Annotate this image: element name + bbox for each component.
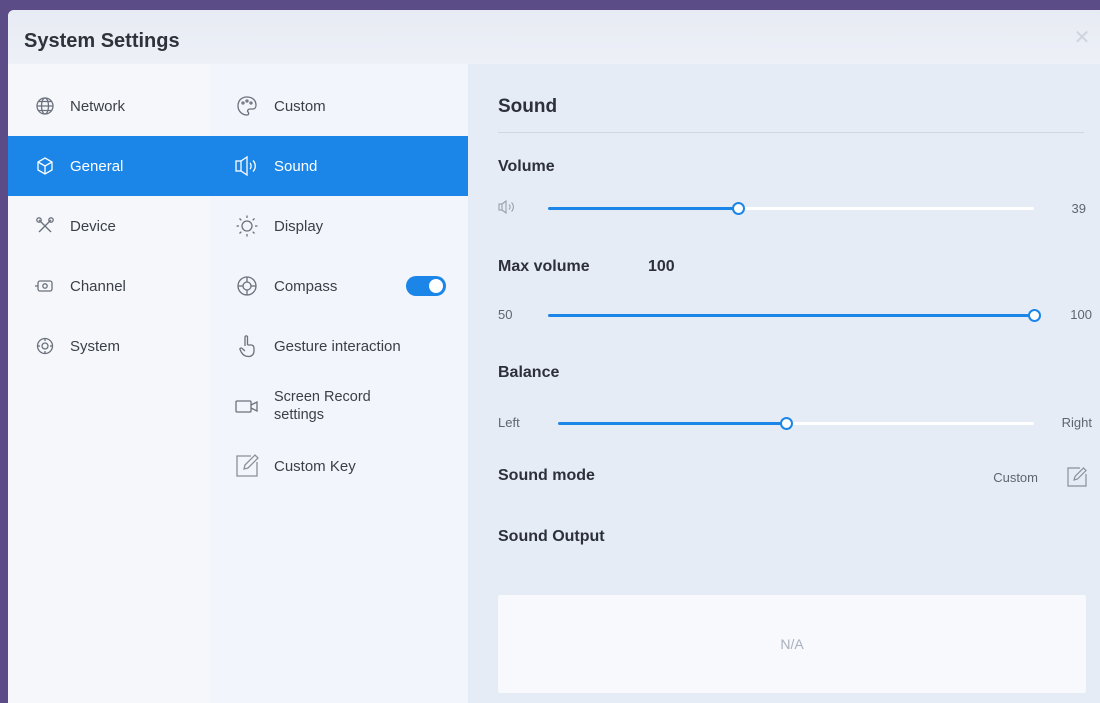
close-icon[interactable]: ✕ <box>1070 26 1094 50</box>
balance-label: Balance <box>498 364 560 381</box>
submenu-item-label: Gesture interaction <box>274 337 401 355</box>
sound-output-label: Sound Output <box>498 528 605 545</box>
sound-output-box: N/A <box>498 595 1086 693</box>
window-title: System Settings <box>24 30 180 52</box>
hand-icon <box>234 333 260 359</box>
sound-panel: Sound Volume 39 Max volume 100 50 100 Ba… <box>468 64 1100 703</box>
balance-right-label: Right <box>1061 415 1092 430</box>
balance-slider-fill <box>558 422 787 425</box>
submenu-item-label: Custom <box>274 97 326 115</box>
sidebar-item-label: Channel <box>70 277 126 295</box>
max-volume-slider-thumb[interactable] <box>1028 309 1041 322</box>
sidebar-item-general[interactable]: General <box>8 136 210 196</box>
max-volume-min: 50 <box>498 307 513 322</box>
sidebar-item-device[interactable]: Device <box>8 196 210 256</box>
max-volume-value: 100 <box>648 258 675 275</box>
volume-slider[interactable] <box>548 202 1034 215</box>
record-icon <box>234 393 260 419</box>
cube-icon <box>34 155 56 177</box>
submenu-item-label: Display <box>274 217 324 235</box>
divider <box>498 132 1084 133</box>
tools-icon <box>34 215 56 237</box>
submenu-item-label: Sound <box>274 157 318 175</box>
submenu-item-label: Custom Key <box>274 457 356 475</box>
max-volume-label: Max volume <box>498 258 590 275</box>
speaker-icon <box>234 153 260 179</box>
submenu-item-display[interactable]: Display <box>210 196 468 256</box>
sound-output-value: N/A <box>780 636 804 652</box>
submenu-item-custom-key[interactable]: Custom Key <box>210 436 468 496</box>
volume-slider-thumb[interactable] <box>731 202 745 215</box>
balance-slider-thumb[interactable] <box>780 417 794 430</box>
submenu-item-label-line1: Screen Record <box>274 389 371 405</box>
submenu-item-label-line2: settings <box>274 407 324 423</box>
volume-slider-fill <box>548 207 738 210</box>
max-volume-slider-fill <box>548 314 1034 317</box>
gear-icon <box>34 335 56 357</box>
volume-value: 39 <box>1071 201 1086 216</box>
max-volume-slider[interactable] <box>548 309 1041 322</box>
sound-mode-edit-icon[interactable] <box>1066 466 1088 488</box>
submenu-item-screen-record-settings[interactable]: Screen Record settings <box>210 376 468 436</box>
compass-icon <box>234 273 260 299</box>
submenu-item-compass[interactable]: Compass <box>210 256 468 316</box>
submenu-item-label: Compass <box>274 277 338 295</box>
submenu-item-sound[interactable]: Sound <box>210 136 468 196</box>
sidebar-item-label: Network <box>70 97 126 115</box>
edit-icon <box>234 453 260 479</box>
palette-icon <box>234 93 260 119</box>
balance-left-label: Left <box>498 415 520 430</box>
sidebar-item-label: Device <box>70 217 116 235</box>
sound-title: Sound <box>498 96 558 117</box>
sidebar-item-channel[interactable]: Channel <box>8 256 210 316</box>
sidebar-item-label: System <box>70 337 121 355</box>
general-submenu: Custom Sound Display Compass Gesture int… <box>210 64 468 703</box>
submenu-item-gesture-interaction[interactable]: Gesture interaction <box>210 316 468 376</box>
settings-window: System Settings ✕ Network General Device… <box>8 10 1100 703</box>
volume-label: Volume <box>498 158 555 175</box>
sidebar-item-system[interactable]: System <box>8 316 210 376</box>
submenu-item-custom[interactable]: Custom <box>210 76 468 136</box>
volume-speaker-icon <box>498 199 516 219</box>
sidebar-item-label: General <box>70 157 124 175</box>
sidebar-item-network[interactable]: Network <box>8 76 210 136</box>
sound-mode-label: Sound mode <box>498 467 595 484</box>
category-sidebar: Network General Device Channel System <box>8 64 210 703</box>
title-bar: System Settings ✕ <box>8 10 1100 64</box>
max-volume-max: 100 <box>1070 307 1092 322</box>
compass-toggle[interactable] <box>406 276 446 296</box>
sound-mode-value: Custom <box>993 470 1038 485</box>
balance-slider[interactable] <box>558 417 1034 430</box>
globe-icon <box>34 95 56 117</box>
sun-icon <box>234 213 260 239</box>
input-port-icon <box>34 275 56 297</box>
